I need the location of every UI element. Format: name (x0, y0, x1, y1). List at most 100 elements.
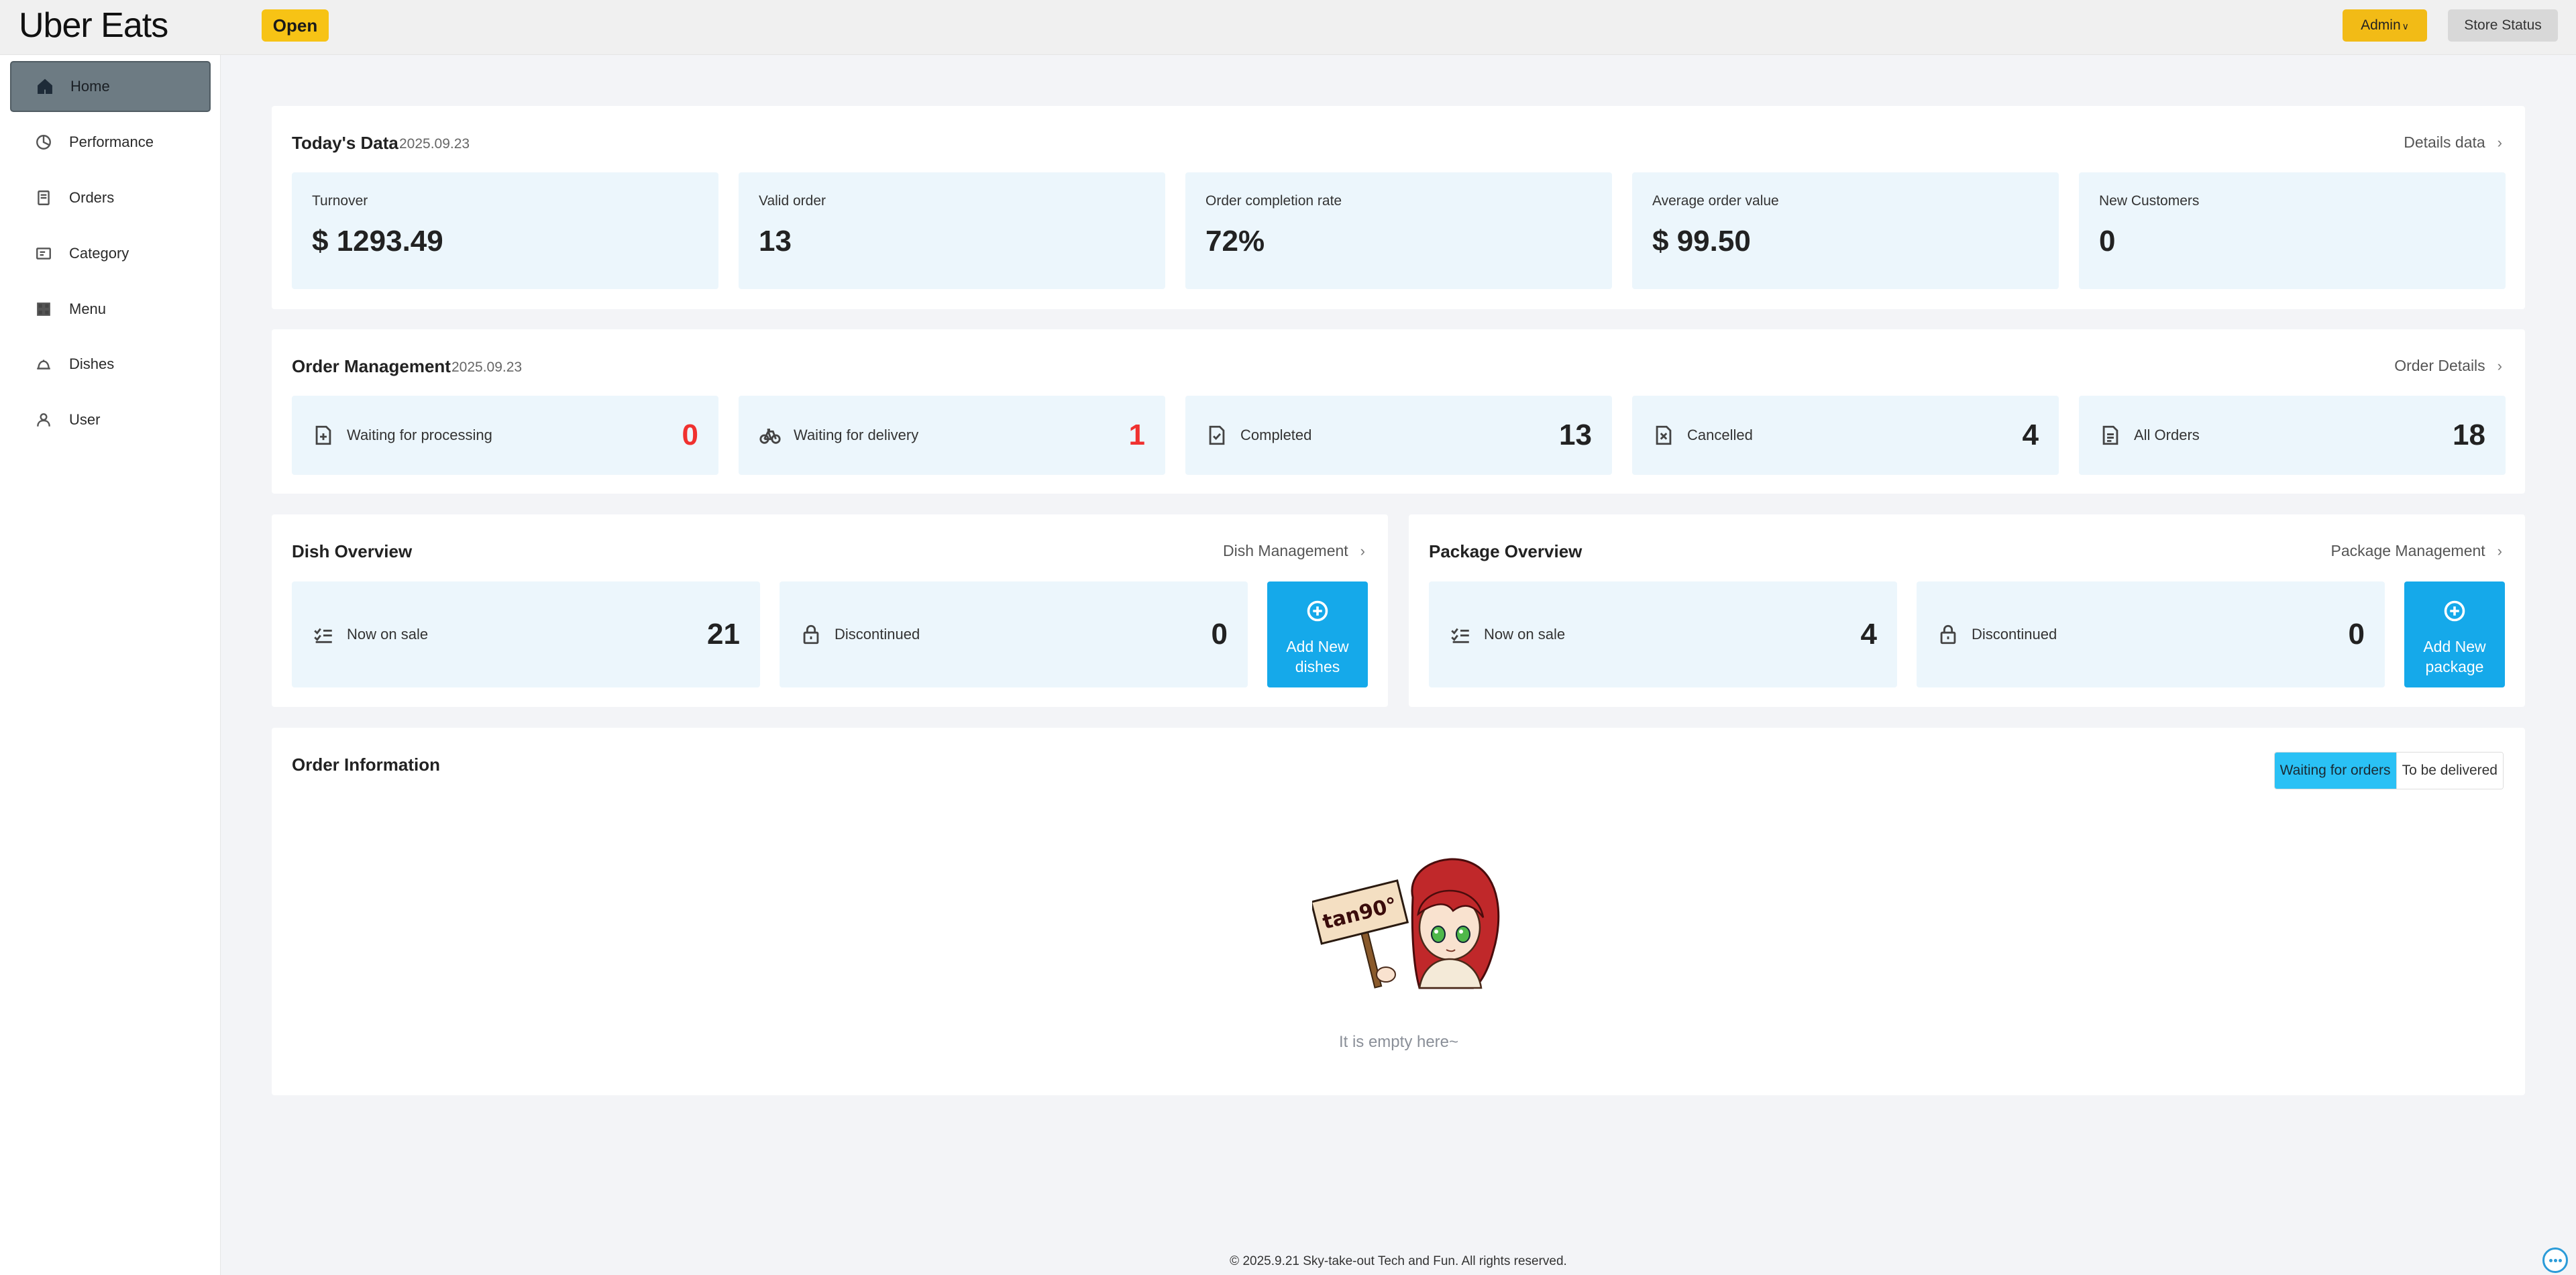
sidebar-item-user[interactable]: User (10, 394, 211, 445)
sidebar-item-label: Dishes (69, 355, 115, 372)
chat-bubble-icon[interactable] (2542, 1248, 2568, 1273)
order-stat-waiting-delivery[interactable]: Waiting for delivery 1 (739, 396, 1165, 475)
sidebar-item-orders[interactable]: Orders (10, 172, 211, 223)
uber-eats-logo[interactable]: Uber Eats (19, 5, 168, 46)
stat-card-average-order: Average order value $ 99.50 (1632, 172, 2059, 289)
card-label: Valid order (759, 193, 826, 209)
stat-value: 4 (2022, 419, 2039, 451)
bicycle-icon (759, 424, 782, 447)
order-management-panel: Order Management 2025.09.23 Order Detail… (272, 329, 2525, 494)
stat-value: 0 (2348, 618, 2365, 651)
sidebar-item-performance[interactable]: Performance (10, 117, 211, 168)
stat-label: Now on sale (1484, 626, 1566, 643)
chevron-right-icon: › (1360, 543, 1365, 559)
sidebar-item-category[interactable]: Category (10, 228, 211, 279)
home-icon (32, 78, 58, 95)
dish-on-sale-card: Now on sale 21 (292, 581, 760, 687)
details-data-link[interactable]: Details data › (2404, 133, 2502, 152)
footer-copyright: © 2025.9.21 Sky-take-out Tech and Fun. A… (1230, 1254, 1567, 1268)
stat-value: 4 (1860, 618, 1877, 651)
link-label: Details data (2404, 133, 2485, 151)
chevron-down-icon: ∨ (2402, 21, 2409, 32)
lock-icon (800, 623, 822, 646)
stat-label: Now on sale (347, 626, 429, 643)
dish-cover-icon (30, 355, 57, 373)
order-stat-waiting-processing[interactable]: Waiting for processing 0 (292, 396, 718, 475)
add-new-package-button[interactable]: Add New package (2404, 581, 2505, 687)
sidebar-item-label: Menu (69, 300, 107, 317)
dish-management-link[interactable]: Dish Management › (1223, 542, 1365, 560)
stat-label: All Orders (2134, 427, 2200, 443)
chevron-right-icon: › (2497, 543, 2502, 559)
order-stat-cancelled[interactable]: Cancelled 4 (1632, 396, 2059, 475)
stat-card-completion-rate: Order completion rate 72% (1185, 172, 1612, 289)
chevron-right-icon: › (2497, 357, 2502, 374)
card-label: Turnover (312, 193, 368, 209)
add-document-icon (312, 424, 335, 447)
sidebar-item-menu[interactable]: Menu (10, 284, 211, 335)
tab-to-be-delivered[interactable]: To be delivered (2396, 753, 2503, 789)
list-document-icon (2099, 424, 2122, 447)
link-label: Dish Management (1223, 542, 1348, 559)
stat-label: Waiting for processing (347, 427, 492, 443)
order-details-link[interactable]: Order Details › (2394, 357, 2502, 375)
chevron-right-icon: › (2497, 134, 2502, 151)
plus-circle-icon (2443, 599, 2467, 623)
package-discontinued-card: Discontinued 0 (1917, 581, 2385, 687)
empty-state-illustration: tan90° (1312, 858, 1500, 989)
store-status-button[interactable]: Store Status (2448, 9, 2558, 42)
panel-title: Dish Overview (292, 541, 413, 561)
stat-value: 21 (707, 618, 740, 651)
stat-card-valid-order: Valid order 13 (739, 172, 1165, 289)
admin-label: Admin (2361, 17, 2401, 33)
order-tabs: Waiting for orders To be delivered (2273, 752, 2504, 789)
top-header: Uber Eats Open Admin ∨ Store Status (0, 0, 2576, 55)
card-label: New Customers (2099, 193, 2200, 209)
user-icon (30, 411, 57, 429)
stat-label: Discontinued (1972, 626, 2057, 643)
sidebar-item-label: Performance (69, 133, 154, 150)
panel-title: Today's Data (292, 133, 398, 153)
stat-label: Discontinued (835, 626, 920, 643)
stat-label: Waiting for delivery (794, 427, 919, 443)
stat-label: Completed (1240, 427, 1312, 443)
add-new-dishes-button[interactable]: Add New dishes (1267, 581, 1368, 687)
stat-card-new-customers: New Customers 0 (2079, 172, 2506, 289)
tab-waiting-for-orders[interactable]: Waiting for orders (2274, 753, 2396, 789)
stat-value: 13 (1559, 419, 1592, 451)
panel-title: Package Overview (1429, 541, 1582, 561)
admin-menu-button[interactable]: Admin ∨ (2343, 9, 2427, 42)
plus-circle-icon (1305, 599, 1330, 623)
panel-title: Order Management (292, 356, 451, 376)
button-label: Add New package (2423, 638, 2486, 675)
empty-state-text: It is empty here~ (1338, 1033, 1459, 1051)
store-open-badge[interactable]: Open (262, 9, 329, 42)
cancel-document-icon (1652, 424, 1675, 447)
panel-date: 2025.09.23 (399, 136, 470, 152)
panel-date: 2025.09.23 (451, 359, 523, 375)
stat-value: 0 (682, 419, 698, 451)
category-icon (30, 245, 57, 262)
checklist-icon (1449, 623, 1472, 646)
stat-value: 18 (2453, 419, 2485, 451)
sidebar-item-label: Orders (69, 189, 115, 206)
package-management-link[interactable]: Package Management › (2331, 542, 2502, 560)
sidebar-item-label: Category (69, 245, 129, 262)
button-label: Add New dishes (1286, 638, 1349, 675)
stat-value: 0 (1211, 618, 1228, 651)
check-document-icon (1205, 424, 1228, 447)
package-overview-panel: Package Overview Package Management › Now… (1409, 514, 2525, 707)
card-value: 13 (759, 225, 792, 258)
panel-title: Order Information (292, 755, 441, 775)
pie-chart-icon (30, 133, 57, 151)
package-on-sale-card: Now on sale 4 (1429, 581, 1897, 687)
dish-overview-panel: Dish Overview Dish Management › Now on sa… (272, 514, 1388, 707)
order-stat-completed[interactable]: Completed 13 (1185, 396, 1612, 475)
order-stat-all-orders[interactable]: All Orders 18 (2079, 396, 2506, 475)
todays-data-panel: Today's Data 2025.09.23 Details data › Tu… (272, 106, 2525, 309)
card-value: 72% (1205, 225, 1265, 258)
card-value: $ 99.50 (1652, 225, 1751, 258)
sidebar-item-dishes[interactable]: Dishes (10, 339, 211, 390)
sidebar-item-home[interactable]: Home (10, 61, 211, 112)
stat-card-turnover: Turnover $ 1293.49 (292, 172, 718, 289)
